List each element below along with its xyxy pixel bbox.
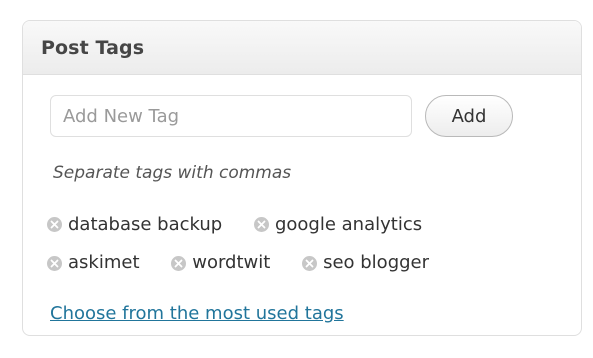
post-tags-title: Post Tags xyxy=(41,36,145,59)
remove-icon[interactable] xyxy=(302,255,318,271)
post-tags-box: Post Tags Add Separate tags with commas … xyxy=(22,20,582,336)
tag-label: seo blogger xyxy=(323,252,430,273)
remove-icon[interactable] xyxy=(47,255,62,271)
tag-list: database backup google analytics askimet xyxy=(47,205,547,282)
add-tag-button[interactable]: Add xyxy=(425,95,513,137)
remove-icon[interactable] xyxy=(171,255,187,271)
tag-item: database backup xyxy=(47,206,222,244)
new-tag-input[interactable] xyxy=(50,95,412,137)
post-tags-header[interactable]: Post Tags xyxy=(23,21,581,75)
remove-icon[interactable] xyxy=(253,217,269,232)
tag-item: wordtwit xyxy=(171,244,270,282)
tag-row: askimet wordtwit seo blogger xyxy=(47,244,547,283)
tag-item: seo blogger xyxy=(302,244,429,282)
post-tags-body: Add Separate tags with commas database b… xyxy=(23,75,581,335)
most-used-tags-link[interactable]: Choose from the most used tags xyxy=(50,303,344,324)
tag-item: askimet xyxy=(47,244,140,282)
tag-label: wordtwit xyxy=(192,252,271,273)
tag-label: google analytics xyxy=(274,213,423,235)
remove-icon[interactable] xyxy=(47,217,62,232)
tag-row: database backup google analytics xyxy=(47,205,547,244)
tag-label: askimet xyxy=(68,252,140,273)
tags-hint: Separate tags with commas xyxy=(53,163,292,183)
tag-label: database backup xyxy=(68,213,223,235)
tag-item: google analytics xyxy=(253,206,423,244)
